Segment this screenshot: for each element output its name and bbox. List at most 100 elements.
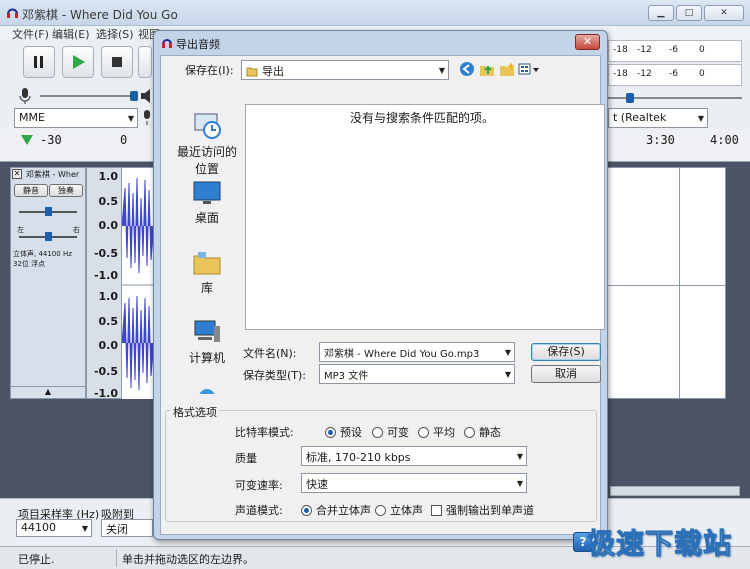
maximize-button[interactable]: □ (676, 5, 702, 21)
skip-button[interactable] (138, 46, 152, 78)
pan-thumb[interactable] (45, 232, 52, 241)
status-state: 已停止. (18, 553, 55, 566)
new-folder-icon[interactable] (499, 61, 515, 77)
place-network[interactable] (169, 384, 245, 394)
waveform-right[interactable] (606, 167, 726, 399)
bitrate-mode-label: 比特率模式: (235, 426, 294, 439)
radio-icon (375, 505, 386, 516)
chevron-down-icon: ▼ (127, 114, 134, 123)
collapse-track-button[interactable]: ▲ (11, 386, 85, 398)
input-volume-slider[interactable] (40, 95, 136, 97)
mute-button[interactable]: 静音 (14, 184, 48, 197)
up-folder-icon[interactable] (479, 61, 495, 77)
radio-icon (372, 427, 383, 438)
pause-button[interactable] (23, 46, 55, 78)
bitrate-average-radio[interactable]: 平均 (418, 424, 455, 440)
project-rate-select[interactable]: 44100 ▼ (16, 519, 92, 537)
play-button[interactable] (62, 46, 94, 78)
output-device-select[interactable]: t (Realtek ▼ (608, 108, 708, 128)
checkbox-icon (431, 505, 442, 516)
bitrate-constant-radio[interactable]: 静态 (464, 424, 501, 440)
play-icon (73, 55, 85, 69)
chevron-down-icon: ▼ (697, 114, 704, 123)
track-info-format: 32位 浮点 (13, 260, 46, 268)
solo-button[interactable]: 独奏 (49, 184, 83, 197)
variable-speed-select[interactable]: 快速 ▼ (301, 473, 527, 493)
filename-label: 文件名(N): (243, 347, 297, 360)
recent-places-icon (194, 113, 221, 139)
headphones-icon (7, 8, 18, 18)
vertical-scale: 1.0 0.5 0.0 -0.5 -1.0 1.0 0.5 0.0 -0.5 -… (86, 167, 122, 400)
output-volume-thumb[interactable] (626, 93, 634, 103)
places-bar: 最近访问的位置 桌面 库 计算机 (169, 106, 245, 396)
filetype-select[interactable]: MP3 文件 ▼ (319, 364, 515, 384)
stereo-radio[interactable]: 立体声 (375, 502, 423, 518)
folder-icon (246, 67, 258, 77)
minimize-button[interactable]: ▁ (648, 5, 674, 21)
place-computer[interactable]: 计算机 (169, 318, 245, 366)
track-info-rate: 立体声, 44100 Hz (13, 250, 72, 258)
computer-icon (194, 320, 220, 342)
input-volume-thumb[interactable] (130, 91, 138, 101)
waveform-left[interactable] (121, 167, 155, 399)
radio-icon (464, 427, 475, 438)
close-button[interactable]: ✕ (704, 5, 744, 21)
save-button[interactable]: 保存(S) (531, 343, 601, 361)
recording-meter[interactable]: -18 -12 -6 0 (608, 40, 742, 62)
dialog-close-button[interactable]: ✕ (575, 34, 600, 50)
force-mono-checkbox[interactable]: 强制输出到单声道 (431, 502, 534, 518)
format-options-title: 格式选项 (171, 404, 219, 420)
track-control-panel[interactable]: ✕ 邓紫棋 - Wher 静音 独奏 左 右 立体声, 44100 Hz 32位… (10, 167, 86, 399)
joint-stereo-radio[interactable]: 合并立体声 (301, 502, 371, 518)
headphones-icon (162, 39, 172, 48)
chevron-down-icon: ▼ (81, 524, 88, 533)
snap-to-select[interactable]: 关闭 (101, 519, 153, 537)
waveform-graphic (121, 177, 155, 391)
chevron-down-icon: ▼ (438, 66, 445, 75)
radio-checked-icon (301, 505, 312, 516)
app-titlebar: 邓紫棋 - Where Did You Go ▁ □ ✕ (0, 0, 750, 26)
channel-mode-label: 声道模式: (235, 504, 283, 517)
view-menu-icon[interactable] (518, 61, 540, 77)
filename-input[interactable]: 邓紫棋 - Where Did You Go.mp3 ▼ (319, 342, 515, 362)
empty-message: 没有与搜索条件匹配的项。 (350, 111, 495, 125)
track-close-button[interactable]: ✕ (12, 169, 22, 179)
ruler-label-400: 4:00 (710, 133, 739, 147)
quality-label: 质量 (235, 452, 257, 465)
place-libraries[interactable]: 库 (169, 248, 245, 296)
chevron-down-icon: ▼ (516, 452, 523, 461)
ruler-label-neg30: -30 (40, 133, 62, 147)
save-in-select[interactable]: 导出 ▼ (241, 60, 449, 80)
network-icon (199, 389, 215, 394)
export-audio-dialog: 导出音频 ✕ 保存在(I): 导出 ▼ 最近访问的位置 桌面 库 计算机 没有与… (153, 30, 608, 552)
filetype-label: 保存类型(T): (243, 369, 307, 382)
microphone-icon (19, 88, 31, 104)
gain-thumb[interactable] (45, 207, 52, 216)
variable-speed-label: 可变速率: (235, 479, 283, 492)
place-recent[interactable]: 最近访问的位置 (169, 110, 245, 177)
playback-meter[interactable]: -18 -12 -6 0 (608, 64, 742, 86)
back-icon[interactable] (459, 61, 475, 77)
bitrate-preset-radio[interactable]: 预设 (325, 424, 362, 440)
ruler-label-zero: 0 (120, 133, 128, 147)
radio-icon (418, 427, 429, 438)
libraries-icon (193, 252, 221, 275)
chevron-down-icon: ▼ (504, 348, 511, 357)
dialog-title: 导出音频 (176, 38, 220, 51)
host-select[interactable]: MME ▼ (14, 108, 138, 128)
watermark-logo: 极速下载站 (586, 527, 732, 561)
quality-select[interactable]: 标准, 170-210 kbps ▼ (301, 446, 527, 466)
play-head-icon (21, 135, 33, 145)
pause-icon (34, 56, 43, 68)
file-list[interactable]: 没有与搜索条件匹配的项。 (245, 104, 605, 330)
horizontal-scrollbar[interactable] (610, 486, 740, 496)
ruler-label-330: 3:30 (646, 133, 675, 147)
radio-checked-icon (325, 427, 336, 438)
track-name[interactable]: 邓紫棋 - Wher (26, 169, 79, 180)
place-desktop[interactable]: 桌面 (169, 180, 245, 226)
chevron-down-icon: ▼ (516, 479, 523, 488)
dialog-body: 保存在(I): 导出 ▼ 最近访问的位置 桌面 库 计算机 没有与搜索条件匹配的… (160, 55, 605, 552)
cancel-button[interactable]: 取消 (531, 365, 601, 383)
bitrate-variable-radio[interactable]: 可变 (372, 424, 409, 440)
stop-button[interactable] (101, 46, 133, 78)
